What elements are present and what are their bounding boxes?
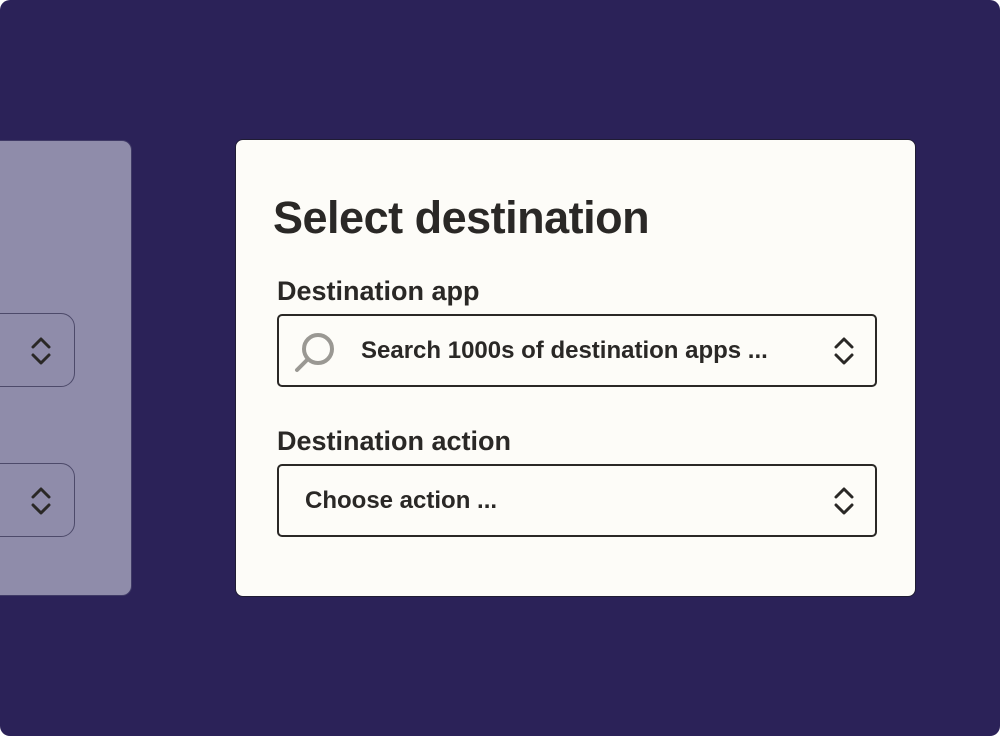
- destination-app-label: Destination app: [277, 276, 480, 306]
- chevron-up-down-icon: [834, 487, 854, 515]
- previous-step-panel: [0, 140, 132, 596]
- destination-app-placeholder: Search 1000s of destination apps ...: [361, 337, 768, 364]
- destination-action-select[interactable]: Choose action ...: [277, 464, 877, 537]
- search-icon: [295, 333, 334, 372]
- chevron-up-down-icon: [31, 487, 51, 515]
- previous-step-select-1[interactable]: [0, 313, 75, 387]
- chevron-up-down-icon: [31, 337, 51, 365]
- destination-action-placeholder: Choose action ...: [305, 487, 498, 514]
- previous-step-select-2[interactable]: [0, 463, 75, 537]
- destination-app-select[interactable]: Search 1000s of destination apps ...: [277, 314, 877, 387]
- destination-action-label: Destination action: [277, 426, 512, 456]
- chevron-up-down-icon: [834, 337, 854, 365]
- card-title: Select destination: [273, 192, 650, 243]
- app-canvas: Select destination Destination app Searc…: [0, 0, 1000, 736]
- select-destination-card: Select destination Destination app Searc…: [235, 139, 916, 597]
